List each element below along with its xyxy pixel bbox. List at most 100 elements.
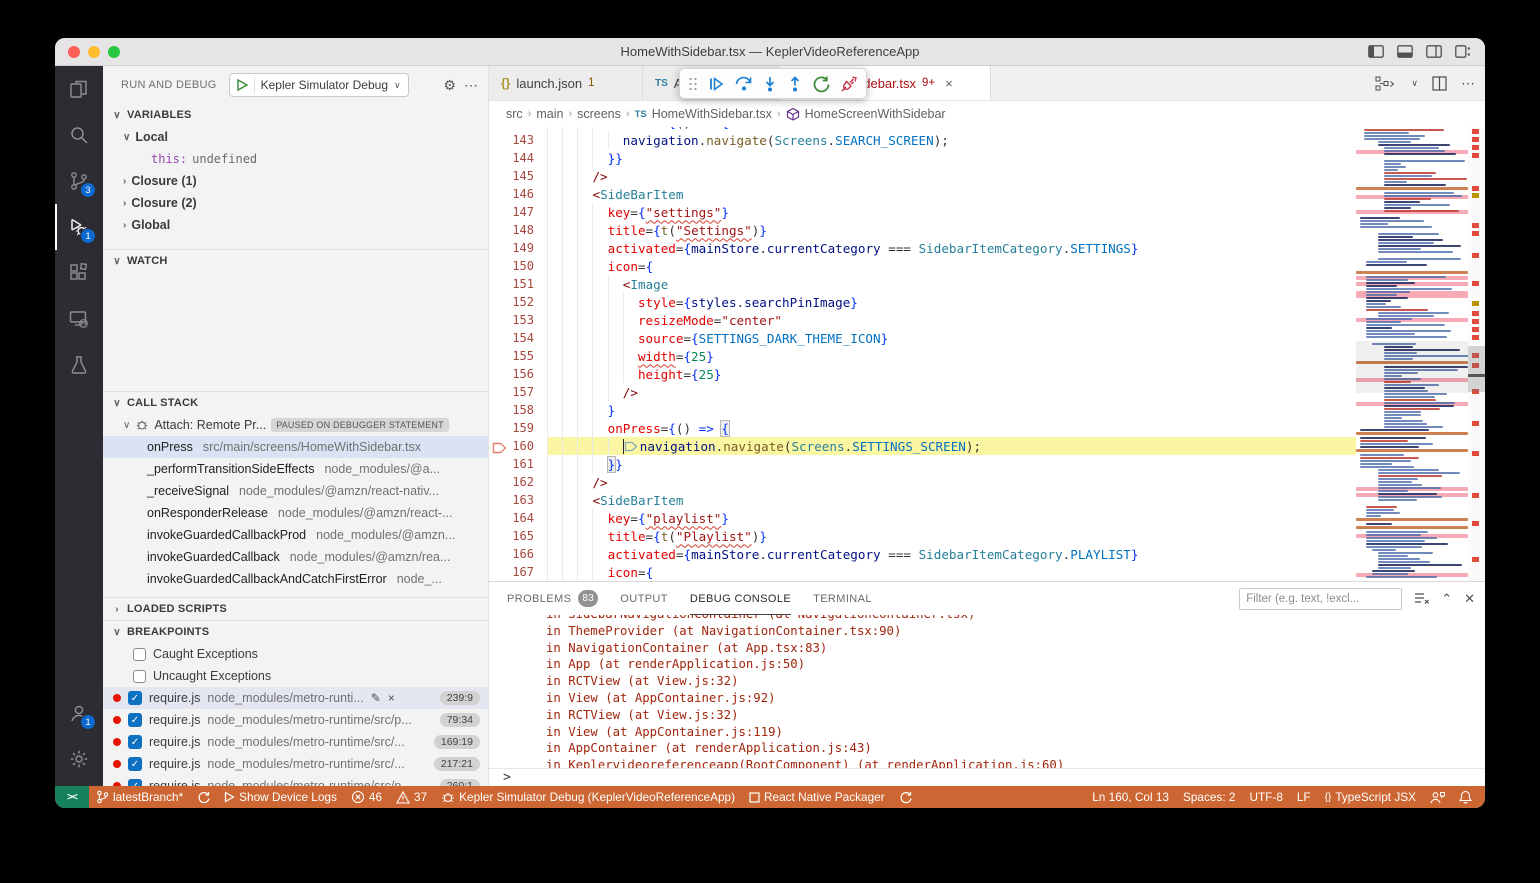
chevron-down-icon[interactable]: ∨ xyxy=(1411,78,1418,89)
code-text[interactable]: width={25} xyxy=(547,347,1356,365)
code-text[interactable]: icon={ xyxy=(547,563,1356,581)
toggle-panel-icon[interactable] xyxy=(1397,45,1413,58)
status-show-device-logs[interactable]: Show Device Logs xyxy=(217,786,344,808)
section-loaded-scripts[interactable]: ›LOADED SCRIPTS xyxy=(103,598,488,620)
breadcrumb-item[interactable]: HomeWithSidebar.tsx xyxy=(652,107,772,121)
status-46[interactable]: 46 xyxy=(344,786,389,808)
breakpoint-item[interactable]: ✓require.jsnode_modules/metro-runtime/sr… xyxy=(103,753,488,775)
variables-scope-2[interactable]: ›Global xyxy=(103,214,488,236)
breakpoint-exception[interactable]: Uncaught Exceptions xyxy=(103,665,488,687)
status-sync[interactable] xyxy=(190,786,217,808)
sidebar-more-actions-icon[interactable]: ⋯ xyxy=(464,77,478,94)
section-variables[interactable]: ∨VARIABLES xyxy=(103,104,488,126)
run-or-debug-icon[interactable] xyxy=(1375,76,1397,92)
code-line-143[interactable]: 143navigation.navigate(Screens.SEARCH_SC… xyxy=(489,131,1356,149)
code-line-148[interactable]: 148title={t("Settings")} xyxy=(489,221,1356,239)
variables-scope-1[interactable]: ›Closure (2) xyxy=(103,192,488,214)
status-feedback[interactable] xyxy=(1423,786,1452,808)
code-text[interactable]: /> xyxy=(547,167,1356,185)
code-line-156[interactable]: 156height={25} xyxy=(489,365,1356,383)
call-stack-session[interactable]: ∨Attach: Remote Pr...PAUSED ON DEBUGGER … xyxy=(103,414,488,436)
code-text[interactable]: navigation.navigate(Screens.SEARCH_SCREE… xyxy=(547,131,1356,149)
code-text[interactable]: key={"playlist"} xyxy=(547,509,1356,527)
status-sync[interactable] xyxy=(892,786,919,808)
code-text[interactable]: source={SETTINGS_DARK_THEME_ICON} xyxy=(547,329,1356,347)
code-line-159[interactable]: 159onPress={() => { xyxy=(489,419,1356,437)
code-line-154[interactable]: 154source={SETTINGS_DARK_THEME_ICON} xyxy=(489,329,1356,347)
call-stack-frame[interactable]: invokeGuardedCallbackAndCatchFirstErrorn… xyxy=(103,568,488,590)
status-latestbranch-[interactable]: latestBranch* xyxy=(89,786,190,808)
panel-tab-output[interactable]: OUTPUT xyxy=(620,582,668,615)
status-ln-160-col-13[interactable]: Ln 160, Col 13 xyxy=(1085,786,1176,808)
remote-indicator[interactable]: >< xyxy=(55,786,89,808)
code-text[interactable]: title={t("Playlist")} xyxy=(547,527,1356,545)
minimize-window-button[interactable] xyxy=(88,46,100,58)
editor-more-actions-icon[interactable]: ⋯ xyxy=(1461,75,1475,92)
checkbox-unchecked[interactable] xyxy=(133,670,146,683)
panel-tab-debug-console[interactable]: DEBUG CONSOLE xyxy=(690,582,791,615)
status-utf-8[interactable]: UTF-8 xyxy=(1242,786,1289,808)
code-line-144[interactable]: 144}} xyxy=(489,149,1356,167)
code-text[interactable]: style={styles.searchPinImage} xyxy=(547,293,1356,311)
call-stack-frame[interactable]: onPresssrc/main/screens/HomeWithSidebar.… xyxy=(103,436,488,458)
code-line-163[interactable]: 163<SideBarItem xyxy=(489,491,1356,509)
debug-settings-gear-icon[interactable]: ⚙ xyxy=(443,77,456,94)
call-stack-frame[interactable]: _performTransitionSideEffectsnode_module… xyxy=(103,458,488,480)
checkbox-checked[interactable]: ✓ xyxy=(128,779,142,786)
activity-bar-item-explorer[interactable] xyxy=(55,66,103,112)
code-line-160[interactable]: 160navigation.navigate(Screens.SETTINGS_… xyxy=(489,437,1356,455)
console-filter-input[interactable] xyxy=(1239,588,1402,610)
code-text[interactable]: }} xyxy=(547,149,1356,167)
start-debug-icon[interactable] xyxy=(237,79,248,91)
code-line-164[interactable]: 164key={"playlist"} xyxy=(489,509,1356,527)
activity-bar-item-run-debug[interactable]: 1 xyxy=(55,204,103,250)
debug-step-over-icon[interactable] xyxy=(734,75,754,93)
code-line-158[interactable]: 158} xyxy=(489,401,1356,419)
code-line-162[interactable]: 162/> xyxy=(489,473,1356,491)
debug-console-output[interactable]: in SidebarNavigationContainer (at Naviga… xyxy=(489,615,1485,768)
status-lf[interactable]: LF xyxy=(1290,786,1318,808)
scrollbar-thumb[interactable] xyxy=(1468,346,1485,392)
code-text[interactable]: <Image xyxy=(547,275,1356,293)
breakpoint-item[interactable]: ✓require.jsnode_modules/metro-runti...✎×… xyxy=(103,687,488,709)
checkbox-unchecked[interactable] xyxy=(133,648,146,661)
code-text[interactable]: resizeMode="center" xyxy=(547,311,1356,329)
code-line-147[interactable]: 147key={"settings"} xyxy=(489,203,1356,221)
code-line-146[interactable]: 146<SideBarItem xyxy=(489,185,1356,203)
code-line-161[interactable]: 161}} xyxy=(489,455,1356,473)
breakpoint-item[interactable]: ✓require.jsnode_modules/metro-runtime/sr… xyxy=(103,709,488,731)
status-spaces-2[interactable]: Spaces: 2 xyxy=(1176,786,1242,808)
minimap-viewport[interactable] xyxy=(1356,341,1468,393)
toggle-primary-sidebar-icon[interactable] xyxy=(1368,45,1384,58)
panel-tab-terminal[interactable]: TERMINAL xyxy=(813,582,872,615)
code-line-166[interactable]: 166activated={mainStore.currentCategory … xyxy=(489,545,1356,563)
code-text[interactable]: navigation.navigate(Screens.SETTINGS_SCR… xyxy=(547,437,1356,455)
code-text[interactable]: activated={mainStore.currentCategory ===… xyxy=(547,239,1356,257)
activity-bar-item-extensions[interactable] xyxy=(55,250,103,296)
variables-scope-0[interactable]: ›Closure (1) xyxy=(103,170,488,192)
code-text[interactable]: activated={mainStore.currentCategory ===… xyxy=(547,545,1356,563)
close-window-button[interactable] xyxy=(68,46,80,58)
code-text[interactable]: height={25} xyxy=(547,365,1356,383)
remove-breakpoint-icon[interactable]: × xyxy=(388,691,395,705)
minimap[interactable] xyxy=(1356,127,1468,581)
code-line-145[interactable]: 145/> xyxy=(489,167,1356,185)
maximize-panel-icon[interactable]: ⌃ xyxy=(1441,591,1452,607)
activity-bar-item-source-control[interactable]: 3 xyxy=(55,158,103,204)
code-text[interactable]: icon={ xyxy=(547,257,1356,275)
call-stack-frame[interactable]: invokeGuardedCallbacknode_modules/@amzn/… xyxy=(103,546,488,568)
breakpoint-exception[interactable]: Caught Exceptions xyxy=(103,643,488,665)
code-text[interactable]: <SideBarItem xyxy=(547,491,1356,509)
section-watch[interactable]: ∨WATCH xyxy=(103,250,488,272)
section-breakpoints[interactable]: ∨BREAKPOINTS xyxy=(103,621,488,643)
panel-tab-problems[interactable]: PROBLEMS83 xyxy=(507,582,598,615)
split-editor-icon[interactable] xyxy=(1432,76,1447,91)
editor[interactable]: 142onPress={() => {143navigation.navigat… xyxy=(489,127,1485,581)
status-kepler-simulator-debug-keplervideoreferenceapp-[interactable]: Kepler Simulator Debug (KeplerVideoRefer… xyxy=(434,786,742,808)
checkbox-checked[interactable]: ✓ xyxy=(128,691,142,705)
variable-this[interactable]: this: undefined xyxy=(103,148,488,170)
code-line-155[interactable]: 155width={25} xyxy=(489,347,1356,365)
close-tab-icon[interactable]: × xyxy=(945,76,953,91)
checkbox-checked[interactable]: ✓ xyxy=(128,713,142,727)
status-37[interactable]: 37 xyxy=(389,786,434,808)
